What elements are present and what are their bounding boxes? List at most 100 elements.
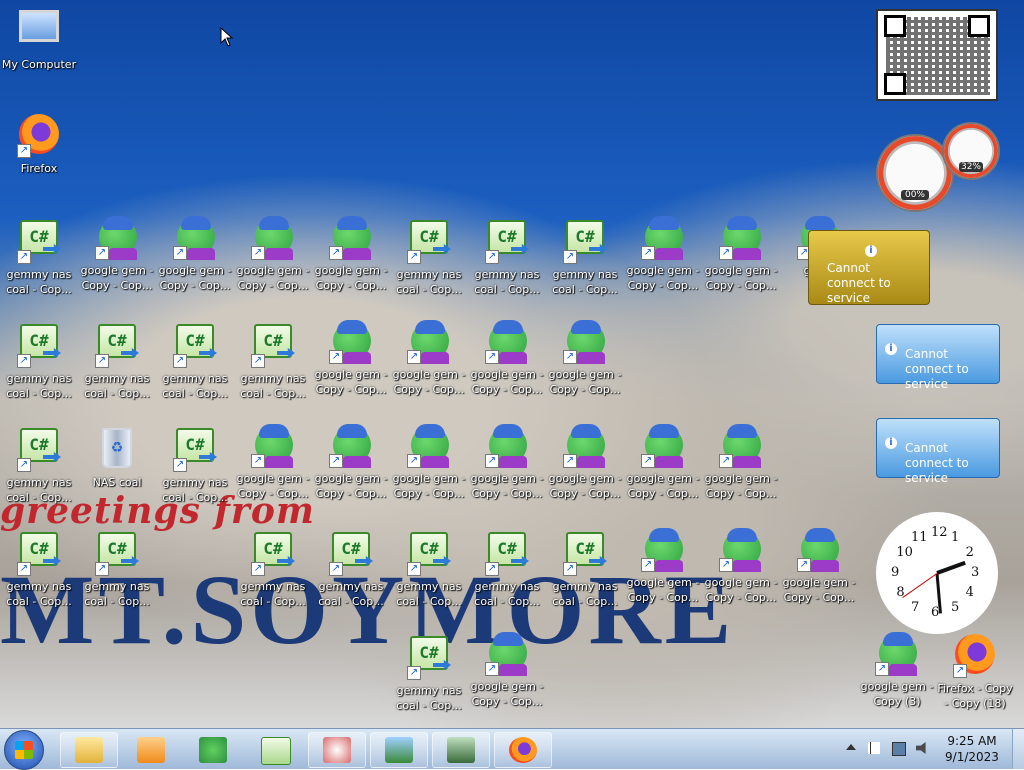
desktop-icon[interactable]: ↗ google gem - Copy - Cop... bbox=[312, 424, 390, 501]
desktop-icon[interactable]: ↗ google gem - Copy - Cop... bbox=[702, 424, 780, 501]
desktop-icon-label: google gem - Copy - Cop... bbox=[470, 472, 544, 500]
desktop-icon[interactable]: ↗ Firefox bbox=[0, 112, 78, 176]
weather-gadget[interactable]: i Cannot connect to service bbox=[808, 230, 930, 305]
desktop-icon[interactable]: ↗ google gem - Copy - Cop... bbox=[390, 424, 468, 501]
desktop-icon-label: google gem - Copy - Cop... bbox=[704, 576, 778, 604]
desktop-icon[interactable]: C# ↗ gemmy nas coal - Cop... bbox=[78, 320, 156, 401]
ram-meter-gadget[interactable]: 32% bbox=[942, 122, 1000, 180]
taskbar-google-gem-button[interactable] bbox=[184, 732, 242, 768]
desktop-icon[interactable]: ↗ google gem - Copy - Cop... bbox=[546, 424, 624, 501]
weather-status-text: Cannot connect to service bbox=[827, 261, 891, 305]
cpu-usage-value: 00% bbox=[901, 190, 929, 200]
taskbar-gemmy-nas-coal-button[interactable] bbox=[246, 732, 304, 768]
desktop-icon[interactable]: ↗ Firefox - Copy - Copy (18) bbox=[936, 632, 1014, 711]
desktop-icon[interactable]: ↗ google gem - Copy - Cop... bbox=[468, 632, 546, 709]
desktop-icon-label: gemmy nas coal - Cop... bbox=[6, 580, 72, 608]
desktop-icon[interactable]: ↗ google gem - Copy - Cop... bbox=[624, 216, 702, 293]
desktop-icon[interactable]: C# ↗ gemmy nas coal - Cop... bbox=[468, 216, 546, 297]
desktop-icon[interactable]: ↗ google gem - Copy - Cop... bbox=[702, 216, 780, 293]
qr-code-gadget[interactable] bbox=[876, 9, 998, 101]
desktop-icon[interactable]: C# ↗ gemmy nas coal - Cop... bbox=[78, 528, 156, 609]
clock-numeral: 9 bbox=[891, 565, 900, 580]
desktop-icon[interactable]: ↗ google gem - Copy - Cop... bbox=[468, 424, 546, 501]
desktop-icon[interactable]: C# ↗ gemmy nas coal - Cop... bbox=[390, 632, 468, 713]
firefox-icon: ↗ bbox=[953, 634, 997, 678]
desktop-icon[interactable]: ↗ google gem - Copy (3) bbox=[858, 632, 936, 709]
desktop-icon[interactable]: ↗ google gem - Copy - Cop... bbox=[624, 424, 702, 501]
desktop-icon[interactable]: My Computer bbox=[0, 8, 78, 72]
csharp-file-icon: C# ↗ bbox=[407, 532, 451, 576]
csharp-icon bbox=[261, 737, 291, 765]
desktop-icon-label: gemmy nas coal - Cop... bbox=[396, 580, 462, 608]
desktop-icon[interactable]: ↗ google gem - Copy - Cop... bbox=[234, 216, 312, 293]
desktop-icon[interactable]: ↗ google gem - Copy - Cop... bbox=[780, 528, 858, 605]
frog-image-icon: ↗ bbox=[719, 528, 763, 572]
desktop-icon[interactable]: ↗ google gem - Copy - Cop... bbox=[468, 320, 546, 397]
frog-image-icon: ↗ bbox=[251, 216, 295, 260]
frog-image-icon: ↗ bbox=[719, 424, 763, 468]
desktop-icon[interactable]: C# ↗ gemmy nas coal - Cop... bbox=[546, 216, 624, 297]
feed-headlines-gadget-2[interactable]: i Cannot connect to service bbox=[876, 418, 1000, 485]
desktop-icon[interactable]: ↗ google gem - Copy - Cop... bbox=[702, 528, 780, 605]
desktop-icon-label: google gem - Copy (3) bbox=[860, 680, 934, 708]
feed-status-text: Cannot connect to service bbox=[905, 347, 969, 391]
desktop-icon[interactable]: ↗ google gem - Copy - Cop... bbox=[156, 216, 234, 293]
speaker-icon[interactable] bbox=[916, 742, 926, 754]
start-button[interactable] bbox=[4, 730, 44, 770]
desktop-icon[interactable]: C# ↗ gemmy nas coal - Cop... bbox=[0, 320, 78, 401]
info-icon: i bbox=[885, 437, 897, 449]
show-desktop-button[interactable] bbox=[1012, 729, 1024, 769]
desktop-icon[interactable]: C# ↗ gemmy nas coal - Cop... bbox=[390, 528, 468, 609]
frog-image-icon: ↗ bbox=[641, 528, 685, 572]
desktop-icon[interactable]: C# ↗ gemmy nas coal - Cop... bbox=[156, 320, 234, 401]
desktop[interactable]: greetings from MT.SOYMORE My Computer ↗ Fi… bbox=[0, 0, 1024, 728]
feed-headlines-gadget[interactable]: i Cannot connect to service bbox=[876, 324, 1000, 391]
desktop-icon[interactable]: C# ↗ gemmy nas coal - Cop... bbox=[234, 320, 312, 401]
desktop-icon[interactable]: C# ↗ gemmy nas coal - Cop... bbox=[234, 528, 312, 609]
taskbar-snipping-tool-button[interactable] bbox=[308, 732, 366, 768]
desktop-icon[interactable]: ↗ google gem - Copy - Cop... bbox=[624, 528, 702, 605]
info-icon: i bbox=[865, 245, 877, 257]
taskbar: 9:25 AM 9/1/2023 bbox=[0, 728, 1024, 770]
clock-gadget[interactable]: 12 1 2 3 4 5 6 7 8 9 10 11 bbox=[876, 512, 998, 634]
taskbar-explorer-button[interactable] bbox=[60, 732, 118, 768]
desktop-icon-label: google gem - Copy - Cop... bbox=[626, 472, 700, 500]
network-icon[interactable] bbox=[892, 742, 906, 756]
desktop-icon[interactable]: ↗ google gem - Copy - Cop... bbox=[78, 216, 156, 293]
clock-numeral: 11 bbox=[911, 530, 928, 546]
desktop-icon-label: gemmy nas coal - Cop... bbox=[552, 268, 618, 296]
taskbar-media-player-button[interactable] bbox=[122, 732, 180, 768]
frog-image-icon: ↗ bbox=[407, 320, 451, 364]
desktop-icon[interactable]: ↗ google gem - Copy - Cop... bbox=[390, 320, 468, 397]
taskbar-task-manager-button[interactable] bbox=[432, 732, 490, 768]
desktop-icon[interactable]: C# ↗ gemmy nas coal - Cop... bbox=[0, 216, 78, 297]
desktop-icon[interactable]: C# ↗ gemmy nas coal - Cop... bbox=[546, 528, 624, 609]
clock-numeral: 10 bbox=[896, 545, 913, 560]
desktop-icon[interactable]: ↗ google gem - Copy - Cop... bbox=[312, 216, 390, 293]
desktop-icon[interactable]: C# ↗ gemmy nas coal - Cop... bbox=[0, 528, 78, 609]
show-hidden-icons-chevron-icon[interactable] bbox=[846, 744, 856, 750]
feed-status-text: Cannot connect to service bbox=[905, 441, 969, 485]
clock-second-hand bbox=[902, 572, 938, 598]
desktop-icon[interactable]: C# ↗ gemmy nas coal - Cop... bbox=[390, 216, 468, 297]
desktop-icon[interactable]: ↗ google gem - Copy - Cop... bbox=[234, 424, 312, 501]
desktop-icon-label: google gem - Copy - Cop... bbox=[314, 264, 388, 292]
csharp-file-icon: C# ↗ bbox=[17, 532, 61, 576]
desktop-icon-label: google gem - Copy - Cop... bbox=[626, 264, 700, 292]
taskbar-photo-viewer-button[interactable] bbox=[370, 732, 428, 768]
desktop-icon[interactable]: C# ↗ gemmy nas coal - Cop... bbox=[156, 424, 234, 505]
clock-numeral: 1 bbox=[951, 530, 960, 546]
desktop-icon-label: google gem - Copy - Cop... bbox=[80, 264, 154, 292]
desktop-icon[interactable]: C# ↗ gemmy nas coal - Cop... bbox=[0, 424, 78, 505]
desktop-icon[interactable]: ↗ google gem - Copy - Cop... bbox=[312, 320, 390, 397]
desktop-icon[interactable]: C# ↗ gemmy nas coal - Cop... bbox=[312, 528, 390, 609]
taskbar-date: 9/1/2023 bbox=[945, 750, 999, 764]
desktop-icon[interactable]: ↗ google gem - Copy - Cop... bbox=[546, 320, 624, 397]
desktop-icon[interactable]: ♻ NAS coal bbox=[78, 424, 156, 490]
frog-image-icon: ↗ bbox=[563, 320, 607, 364]
desktop-icon[interactable]: C# ↗ gemmy nas coal - Cop... bbox=[468, 528, 546, 609]
taskbar-firefox-button[interactable] bbox=[494, 732, 552, 768]
action-center-flag-icon[interactable] bbox=[868, 742, 880, 754]
taskbar-clock[interactable]: 9:25 AM 9/1/2023 bbox=[936, 733, 1008, 765]
csharp-file-icon: C# ↗ bbox=[251, 532, 295, 576]
